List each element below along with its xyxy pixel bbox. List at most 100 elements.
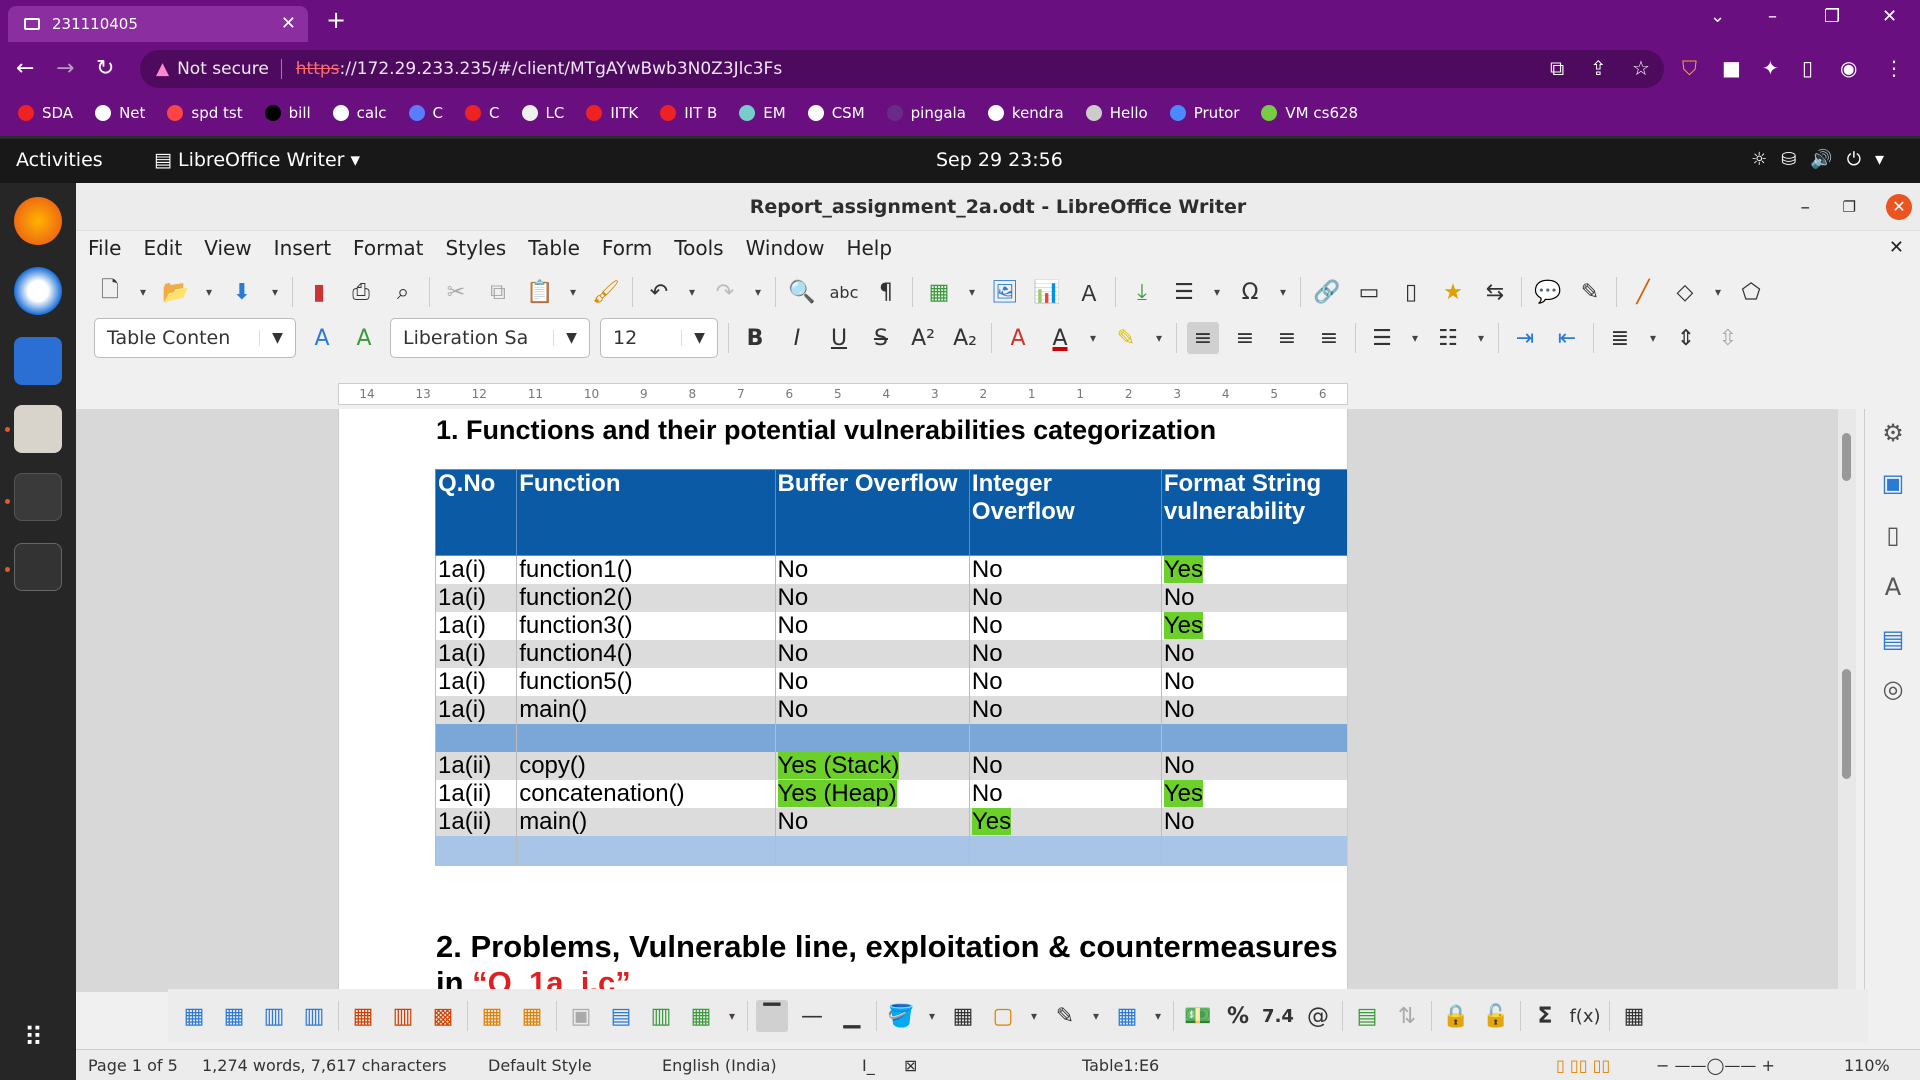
bookmark-item[interactable]: C — [465, 104, 500, 122]
vertical-scrollbar[interactable] — [1838, 409, 1856, 992]
line-icon[interactable]: ╱ — [1627, 276, 1659, 308]
page-icon[interactable]: ▣ — [1877, 469, 1909, 501]
special-character-icon[interactable]: Ω — [1234, 276, 1266, 308]
bookmark-item[interactable]: SDA — [18, 104, 73, 122]
align-center-icon[interactable]: ≡ — [1229, 322, 1261, 354]
selection-mode-icon[interactable]: ⊠ — [904, 1056, 917, 1075]
chevron-down-icon[interactable]: ▾ — [685, 276, 699, 308]
table-cell[interactable]: No — [968, 696, 1162, 724]
italic-icon[interactable]: I — [781, 322, 813, 354]
insert-caption-icon[interactable]: ▤ — [1351, 1000, 1383, 1032]
table-cell[interactable] — [968, 724, 1162, 752]
select-table-icon[interactable]: ▦ — [516, 1000, 548, 1032]
minimize-icon[interactable]: – — [1768, 6, 1777, 27]
word-count[interactable]: 1,274 words, 7,617 characters — [202, 1056, 447, 1075]
bookmark-item[interactable]: IITK — [586, 104, 638, 122]
table-cell[interactable]: Yes — [1160, 612, 1347, 640]
export-pdf-icon[interactable]: ▮ — [303, 276, 335, 308]
spelling-icon[interactable]: abc — [828, 276, 860, 308]
new-document-icon[interactable]: 🗋 — [94, 276, 126, 308]
gallery-icon[interactable]: ▤ — [1877, 625, 1909, 657]
document-page[interactable]: 1. Functions and their potential vulnera… — [338, 409, 1348, 992]
table-row[interactable]: 1a(ii) concatenation() Yes (Heap) No Yes — [434, 780, 1347, 808]
comment-icon[interactable]: 💬 — [1532, 276, 1564, 308]
number-format-decimal-icon[interactable]: 7.4 — [1262, 1000, 1294, 1032]
style-inspector-icon[interactable]: A — [1877, 573, 1909, 605]
center-vertically-icon[interactable]: — — [796, 1000, 828, 1032]
files-icon[interactable] — [14, 405, 62, 453]
menu-styles[interactable]: Styles — [446, 236, 507, 260]
table-cell-bg-color-icon[interactable]: 🪣 — [885, 1000, 917, 1032]
table-cell[interactable]: No — [1160, 668, 1347, 696]
table-cell[interactable]: 1a(ii) — [434, 780, 518, 808]
chevron-down-icon[interactable]: ▼ — [681, 330, 717, 346]
menu-tools[interactable]: Tools — [674, 236, 723, 260]
basic-shapes-icon[interactable]: ◇ — [1669, 276, 1701, 308]
split-table-icon[interactable]: ▥ — [645, 1000, 677, 1032]
table-cell[interactable]: No — [968, 640, 1162, 668]
decrease-paragraph-spacing-icon[interactable]: ⇳ — [1712, 322, 1744, 354]
justify-icon[interactable]: ≡ — [1313, 322, 1345, 354]
table-cell[interactable] — [774, 836, 970, 866]
track-changes-icon[interactable]: ✎ — [1574, 276, 1606, 308]
bookmark-item[interactable]: LC — [521, 104, 564, 122]
redo-icon[interactable]: ↷ — [709, 276, 741, 308]
clone-formatting-icon[interactable]: 🖌 — [590, 276, 622, 308]
terminal-icon[interactable] — [14, 543, 62, 591]
merge-cells-icon[interactable]: ▣ — [565, 1000, 597, 1032]
minimize-button[interactable]: – — [1801, 183, 1811, 231]
bookmark-item[interactable]: VM cs628 — [1261, 104, 1358, 122]
chevron-down-icon[interactable]: ▾ — [925, 1000, 939, 1032]
number-format-date-icon[interactable]: @ — [1302, 1000, 1334, 1032]
bookmark-item[interactable]: spd tst — [167, 104, 243, 122]
table-cell[interactable]: 1a(ii) — [434, 808, 518, 836]
table-header-cell[interactable]: Integer Overflow — [968, 469, 1162, 556]
chevron-down-icon[interactable]: ▾ — [268, 276, 282, 308]
insert-textbox-icon[interactable]: Ａ — [1073, 276, 1105, 308]
navigator-icon[interactable]: ◎ — [1877, 675, 1909, 707]
menu-icon[interactable]: ⋮ — [1884, 56, 1904, 80]
table-cell[interactable]: Yes (Stack) — [774, 752, 970, 780]
table-cell[interactable]: No — [968, 584, 1162, 612]
insert-mode-icon[interactable]: I_ — [862, 1056, 875, 1075]
tab-close-icon[interactable]: ✕ — [281, 13, 296, 34]
find-replace-icon[interactable]: 🔍 — [786, 276, 818, 308]
table-separator-row[interactable] — [434, 724, 1347, 752]
table-row[interactable]: 1a(i) main() No No No — [434, 696, 1347, 724]
reload-icon[interactable]: ↻ — [96, 56, 114, 81]
styles-icon[interactable]: ▯ — [1877, 521, 1909, 553]
open-icon[interactable]: 📂 — [160, 276, 192, 308]
insert-rows-above-icon[interactable]: ▦ — [178, 1000, 210, 1032]
clear-formatting-icon[interactable]: A — [1002, 322, 1034, 354]
align-left-icon[interactable]: ≡ — [1187, 322, 1219, 354]
screenshot-icon[interactable] — [14, 337, 62, 385]
table-cell[interactable]: No — [1160, 584, 1347, 612]
horizontal-ruler[interactable]: 14 13 12 11 10 9 8 7 6 5 4 3 2 1 1 2 3 4 5 6 — [338, 383, 1348, 405]
insert-columns-before-icon[interactable]: ▥ — [258, 1000, 290, 1032]
delete-columns-icon[interactable]: ▥ — [387, 1000, 419, 1032]
menu-edit[interactable]: Edit — [143, 236, 182, 260]
bold-icon[interactable]: B — [739, 322, 771, 354]
browser-tab[interactable]: 231110405 ✕ — [8, 6, 308, 42]
autoformat-icon[interactable]: ▦ — [947, 1000, 979, 1032]
align-bottom-icon[interactable]: ▁ — [836, 1000, 868, 1032]
table-cell[interactable]: 1a(i) — [434, 696, 518, 724]
table-cell[interactable]: 1a(ii) — [434, 752, 518, 780]
chevron-down-icon[interactable]: ▾ — [1276, 276, 1290, 308]
select-cell-icon[interactable]: ▦ — [476, 1000, 508, 1032]
table-properties-icon[interactable]: ▦ — [1618, 1000, 1650, 1032]
hyperlink-icon[interactable]: 🔗 — [1311, 276, 1343, 308]
bookmark-item[interactable]: CSM — [807, 104, 865, 122]
table-row[interactable]: 1a(i) function2() No No No — [434, 584, 1347, 612]
table-cell[interactable]: No — [774, 808, 970, 836]
menu-window[interactable]: Window — [746, 236, 825, 260]
chevron-down-icon[interactable]: ▾ — [136, 276, 150, 308]
font-name-select[interactable]: Liberation Sa ▼ — [390, 318, 590, 358]
extension-shield-icon[interactable]: ⛉ — [1682, 56, 1697, 80]
side-panel-icon[interactable]: ▯ — [1802, 56, 1813, 80]
insert-rows-below-icon[interactable]: ▦ — [218, 1000, 250, 1032]
insert-chart-icon[interactable]: 📊 — [1031, 276, 1063, 308]
table-header-cell[interactable]: Format String vulnerability — [1160, 469, 1347, 556]
chevron-down-icon[interactable]: ▾ — [1086, 322, 1100, 354]
paragraph-style-select[interactable]: Table Conten ▼ — [94, 318, 296, 358]
